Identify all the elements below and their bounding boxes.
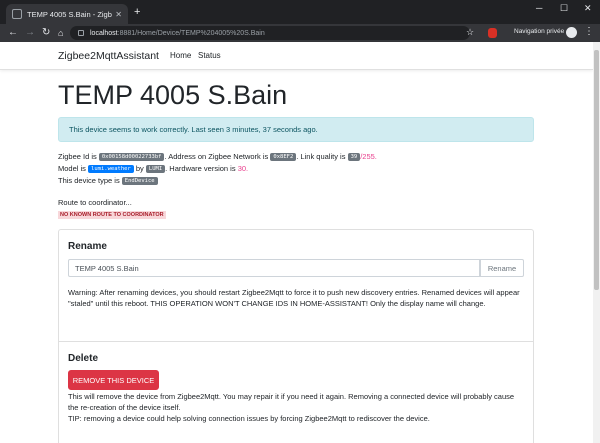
status-alert: This device seems to work correctly. Las…: [58, 117, 534, 142]
network-address-badge: 0x8EF2: [270, 153, 297, 161]
zigbee-id-label: Zigbee Id is: [58, 152, 97, 161]
rename-title: Rename: [68, 241, 107, 252]
browser-menu-icon[interactable]: ⋮: [584, 26, 594, 37]
bookmark-star-icon[interactable]: ☆: [466, 27, 474, 38]
app-navbar: Zigbee2MqttAssistant Home Status: [0, 42, 593, 70]
nav-link-home[interactable]: Home: [170, 51, 191, 60]
url-host: localhost: [90, 29, 118, 37]
address-bar[interactable]: localhost:8881/Home/Device/TEMP%204005%2…: [70, 26, 470, 40]
link-quality-max: /255.: [360, 152, 377, 161]
link-quality-label: . Link quality is: [296, 152, 346, 161]
reload-icon[interactable]: ↻: [42, 26, 50, 40]
page-scrollbar[interactable]: [593, 42, 600, 443]
delete-card: Delete REMOVE THIS DEVICE This will remo…: [58, 341, 534, 443]
remove-device-button[interactable]: REMOVE THIS DEVICE: [68, 370, 159, 390]
delete-title: Delete: [68, 353, 99, 364]
browser-titlebar: TEMP 4005 S.Bain - Zigbee2Mqtt ✕ + ─ ☐ ✕: [0, 0, 600, 24]
browser-tab[interactable]: TEMP 4005 S.Bain - Zigbee2Mqtt ✕: [6, 4, 128, 24]
page-favicon-icon: [12, 9, 22, 19]
device-type-line: This device type is EndDevice: [58, 176, 158, 185]
rename-input[interactable]: [68, 259, 480, 277]
rename-warning: Warning: After renaming devices, you sho…: [68, 288, 520, 308]
device-model-line: Model is lumi.weather by LUMI. Hardware …: [58, 164, 248, 173]
network-address-label: . Address on Zigbee Network is: [164, 152, 269, 161]
zigbee-id-badge: 0x00158d00022733bf: [98, 153, 165, 161]
window-close-button[interactable]: ✕: [584, 3, 592, 14]
route-status-line: NO KNOWN ROUTE TO COORDINATOR: [58, 209, 166, 219]
route-label: Route to coordinator...: [58, 198, 132, 207]
minimize-button[interactable]: ─: [536, 3, 542, 13]
nav-link-status[interactable]: Status: [198, 51, 221, 60]
back-arrow-icon[interactable]: ←: [8, 26, 18, 40]
device-type-label: This device type is: [58, 176, 120, 185]
delete-info: This will remove the device from Zigbee2…: [68, 392, 515, 412]
scrollbar-thumb[interactable]: [594, 50, 599, 290]
model-badge: lumi.weather: [88, 165, 134, 173]
forward-arrow-icon[interactable]: →: [25, 26, 35, 40]
rename-card: Rename Rename Warning: After renaming de…: [58, 229, 534, 342]
rename-button[interactable]: Rename: [480, 259, 524, 277]
route-status-badge: NO KNOWN ROUTE TO COORDINATOR: [58, 211, 166, 219]
url-path: :8881/Home/Device/TEMP%204005%20S.Bain: [117, 29, 265, 37]
device-type-badge: EndDevice: [121, 177, 158, 185]
private-browsing-label: Navigation privée: [514, 28, 565, 35]
manufacturer-badge: LUMI: [145, 165, 166, 173]
delete-description: This will remove the device from Zigbee2…: [68, 391, 526, 424]
navbar-brand[interactable]: Zigbee2MqttAssistant: [58, 50, 159, 62]
site-info-icon[interactable]: [78, 30, 84, 36]
model-label: Model is: [58, 164, 86, 173]
tab-title: TEMP 4005 S.Bain - Zigbee2Mqtt: [27, 9, 112, 19]
hardware-version: 30.: [237, 164, 249, 173]
extension-icon[interactable]: [488, 28, 497, 38]
maximize-button[interactable]: ☐: [560, 3, 568, 14]
browser-toolbar: ← → ↻ ⌂ localhost:8881/Home/Device/TEMP%…: [0, 24, 600, 42]
device-id-line: Zigbee Id is 0x00158d00022733bf. Address…: [58, 152, 377, 161]
new-tab-button[interactable]: +: [134, 6, 140, 18]
incognito-icon[interactable]: [566, 27, 577, 38]
link-quality-badge: 39: [347, 153, 361, 161]
tab-close-icon[interactable]: ✕: [115, 10, 122, 19]
by-label: by: [135, 164, 144, 173]
delete-tip: TIP: removing a device could help solvin…: [68, 414, 430, 423]
page-title: TEMP 4005 S.Bain: [58, 80, 288, 110]
home-icon[interactable]: ⌂: [58, 26, 63, 40]
hardware-label: . Hardware version is: [165, 164, 236, 173]
